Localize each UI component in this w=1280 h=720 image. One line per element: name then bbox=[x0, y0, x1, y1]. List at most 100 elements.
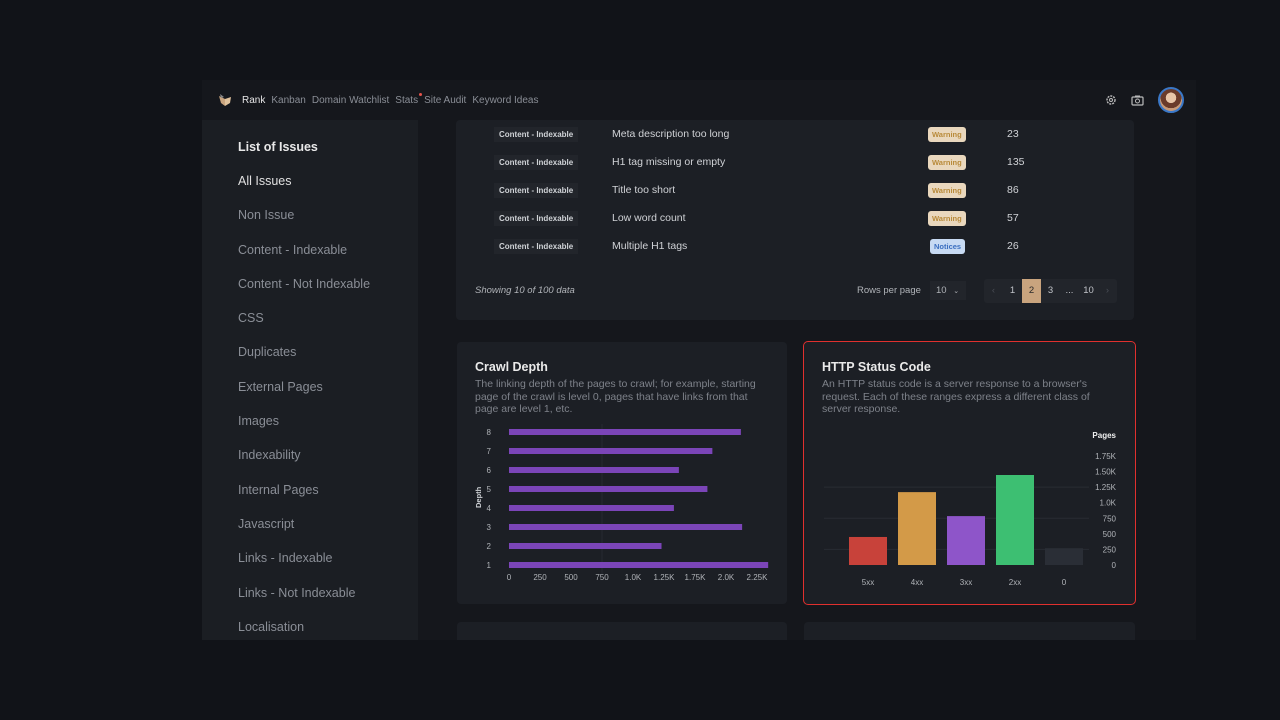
sidebar-item[interactable]: Links - Indexable bbox=[238, 551, 418, 585]
crawl-depth-chart: Depth 8 7 6 5 4 3 2 1 0 250 500 750 1.0K 1.25K 1.75K 2.0… bbox=[474, 424, 769, 582]
placeholder-card bbox=[457, 622, 787, 640]
sidebar-title: List of Issues bbox=[238, 140, 318, 154]
sidebar-item[interactable]: Content - Not Indexable bbox=[238, 277, 418, 311]
x-tick-label: 2xx bbox=[1009, 578, 1021, 587]
category-tag: Content - Indexable bbox=[494, 154, 579, 170]
chart-subtitle: An HTTP status code is a server response… bbox=[822, 378, 1090, 415]
sidebar-item[interactable]: Indexability bbox=[238, 448, 418, 482]
x-tick-label: 1.25K bbox=[654, 573, 676, 582]
table-row[interactable]: Content - Indexable H1 tag missing or emp… bbox=[456, 148, 1134, 176]
table-row[interactable]: Content - Indexable Title too short Warnin… bbox=[456, 176, 1134, 204]
bar bbox=[898, 492, 936, 565]
x-tick-label: 2.0K bbox=[718, 573, 735, 582]
y-tick-label: 1 bbox=[487, 561, 492, 570]
notification-dot bbox=[419, 92, 423, 96]
category-tag: Content - Indexable bbox=[494, 238, 579, 254]
nav-stats[interactable]: Stats bbox=[395, 92, 423, 106]
page-button[interactable]: 3 bbox=[1041, 279, 1060, 303]
y-axis-label: Pages bbox=[1092, 431, 1116, 440]
issue-name: Meta description too long bbox=[612, 128, 730, 140]
sidebar: List of Issues All Issues Non Issue Conten… bbox=[202, 120, 418, 640]
sidebar-item[interactable]: External Pages bbox=[238, 380, 418, 414]
sidebar-item[interactable]: Links - Not Indexable bbox=[238, 586, 418, 620]
logo-icon bbox=[219, 94, 231, 106]
category-tag: Content - Indexable bbox=[494, 182, 579, 198]
y-tick-label: 6 bbox=[487, 466, 492, 475]
x-tick-label: 4xx bbox=[911, 578, 923, 587]
table-row[interactable]: Content - Indexable Meta description too … bbox=[456, 120, 1134, 148]
y-tick-label: 1.25K bbox=[1095, 483, 1117, 492]
severity-badge: Warning bbox=[928, 154, 966, 170]
page-button[interactable]: 2 bbox=[1022, 279, 1041, 303]
severity-badge: Warning bbox=[928, 182, 966, 198]
x-tick-label: 1.0K bbox=[625, 573, 642, 582]
x-tick-label: 250 bbox=[533, 573, 547, 582]
issue-name: H1 tag missing or empty bbox=[612, 156, 726, 168]
next-page-icon[interactable]: › bbox=[1098, 279, 1117, 303]
nav-domain-watchlist[interactable]: Domain Watchlist bbox=[312, 95, 389, 106]
showing-count: Showing 10 of 100 data bbox=[475, 285, 575, 296]
table-row[interactable]: Content - Indexable Multiple H1 tags Notic… bbox=[456, 232, 1134, 260]
bar bbox=[509, 543, 662, 549]
sidebar-item[interactable]: Images bbox=[238, 414, 418, 448]
chart-title: HTTP Status Code bbox=[822, 360, 931, 374]
y-tick-label: 750 bbox=[1103, 514, 1117, 523]
sidebar-item[interactable]: Non Issue bbox=[238, 208, 418, 242]
issue-count: 86 bbox=[1007, 184, 1019, 196]
y-tick-label: 1.50K bbox=[1095, 468, 1117, 477]
x-tick-label: 0 bbox=[1062, 578, 1067, 587]
bar bbox=[509, 467, 679, 473]
chevron-down-icon: ⌄ bbox=[953, 288, 960, 295]
y-tick-label: 0 bbox=[1112, 561, 1117, 570]
y-tick-label: 250 bbox=[1103, 545, 1117, 554]
x-tick-label: 3xx bbox=[960, 578, 972, 587]
y-tick-label: 3 bbox=[487, 523, 492, 532]
crawl-depth-card: Crawl Depth The linking depth of the pag… bbox=[457, 342, 787, 604]
rows-per-page-select[interactable]: 10 ⌄ bbox=[930, 281, 966, 300]
severity-badge: Warning bbox=[928, 210, 966, 226]
chart-subtitle: The linking depth of the pages to crawl;… bbox=[475, 378, 756, 415]
bar bbox=[509, 448, 713, 454]
nav-rank[interactable]: Rank bbox=[242, 95, 265, 106]
issue-count: 135 bbox=[1007, 156, 1025, 168]
sidebar-item[interactable]: CSS bbox=[238, 311, 418, 345]
pagination: ‹ 1 2 3... 10 › bbox=[984, 279, 1117, 303]
settings-gear-icon[interactable] bbox=[1105, 94, 1117, 106]
x-tick-label: 5xx bbox=[862, 578, 874, 587]
sidebar-item[interactable]: Javascript bbox=[238, 517, 418, 551]
user-avatar[interactable] bbox=[1158, 87, 1184, 113]
page-button[interactable]: 10 bbox=[1079, 279, 1098, 303]
camera-icon[interactable] bbox=[1131, 94, 1144, 106]
sidebar-item[interactable]: Internal Pages bbox=[238, 483, 418, 517]
nav-kanban[interactable]: Kanban bbox=[271, 95, 305, 106]
issue-name: Low word count bbox=[612, 212, 686, 224]
bar bbox=[1045, 548, 1083, 565]
issue-count: 57 bbox=[1007, 212, 1019, 224]
category-tag: Content - Indexable bbox=[494, 126, 579, 142]
y-tick-label: 1.0K bbox=[1100, 499, 1117, 508]
issues-table: Content - Indexable Meta description too … bbox=[456, 120, 1134, 320]
chart-title: Crawl Depth bbox=[475, 360, 548, 374]
nav-site-audit[interactable]: Site Audit bbox=[424, 95, 466, 106]
sidebar-item[interactable]: Duplicates bbox=[238, 345, 418, 379]
x-tick-label: 0 bbox=[507, 573, 512, 582]
http-status-chart: Pages 0 250 500 750 1.0K 1.25K 1.50K 1.75K 5xx 4xx… bbox=[824, 431, 1117, 587]
severity-badge: Notices bbox=[930, 238, 966, 254]
table-row[interactable]: Content - Indexable Low word count Warning… bbox=[456, 204, 1134, 232]
bar bbox=[849, 536, 887, 565]
page-button[interactable]: 1 bbox=[1003, 279, 1022, 303]
severity-badge: Warning bbox=[928, 126, 966, 142]
sidebar-item[interactable]: Content - Indexable bbox=[238, 243, 418, 277]
bar bbox=[509, 505, 674, 511]
prev-page-icon[interactable]: ‹ bbox=[984, 279, 1003, 303]
app-window: Rank Kanban Domain Watchlist Stats Site Audi… bbox=[202, 80, 1196, 640]
page-button[interactable]: ... bbox=[1060, 279, 1079, 303]
y-tick-label: 5 bbox=[487, 485, 492, 494]
placeholder-card bbox=[804, 622, 1135, 640]
nav-keyword-ideas[interactable]: Keyword Ideas bbox=[472, 95, 538, 106]
x-tick-label: 1.75K bbox=[685, 573, 707, 582]
sidebar-item[interactable]: All Issues bbox=[238, 174, 418, 208]
sidebar-item[interactable]: Localisation bbox=[238, 620, 418, 640]
issue-count: 26 bbox=[1007, 240, 1019, 252]
y-tick-label: 1.75K bbox=[1095, 452, 1117, 461]
